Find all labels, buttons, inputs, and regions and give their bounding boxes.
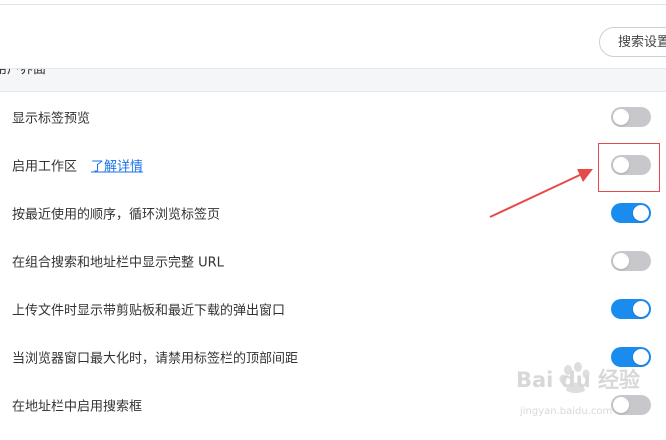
section-title: 用户界面	[0, 68, 47, 77]
toggle-upload-popup[interactable]	[611, 299, 651, 319]
toggle-knob	[613, 253, 629, 269]
setting-label: 上传文件时显示带剪贴板和最近下载的弹出窗口	[12, 303, 286, 319]
annotation-highlight-box	[598, 143, 660, 192]
toggle-knob	[633, 349, 649, 365]
setting-label: 在组合搜索和地址栏中显示完整 URL	[12, 255, 224, 271]
toggle-full-url[interactable]	[611, 251, 651, 271]
toggle-knob	[633, 205, 649, 221]
setting-row-top-spacing: 当浏览器窗口最大化时，请禁用标签栏的顶部间距	[0, 333, 666, 381]
toggle-top-spacing[interactable]	[611, 347, 651, 367]
toggle-tab-cycle[interactable]	[611, 203, 651, 223]
toggle-knob	[613, 397, 629, 413]
settings-header	[0, 5, 666, 68]
setting-row-address-search: 在地址栏中启用搜索框	[0, 381, 666, 429]
learn-more-link[interactable]: 了解详情	[91, 160, 143, 175]
search-settings-box[interactable]	[599, 27, 666, 57]
toggle-knob	[633, 301, 649, 317]
search-input[interactable]	[600, 28, 666, 56]
setting-row-tab-preview: 显示标签预览	[0, 93, 666, 141]
toggle-knob	[613, 109, 629, 125]
setting-label: 启用工作区	[12, 159, 78, 175]
setting-label-wrap: 启用工作区 了解详情	[12, 156, 143, 175]
setting-row-workspaces: 启用工作区 了解详情	[0, 141, 666, 189]
setting-label: 在地址栏中启用搜索框	[12, 399, 143, 415]
setting-row-tab-cycle: 按最近使用的顺序，循环浏览标签页	[0, 189, 666, 237]
setting-row-full-url: 在组合搜索和地址栏中显示完整 URL	[0, 237, 666, 285]
toggle-tab-preview[interactable]	[611, 107, 651, 127]
setting-label: 当浏览器窗口最大化时，请禁用标签栏的顶部间距	[12, 351, 299, 367]
setting-label: 按最近使用的顺序，循环浏览标签页	[12, 207, 221, 223]
section-header: 用户界面	[0, 68, 666, 92]
setting-row-upload-popup: 上传文件时显示带剪贴板和最近下载的弹出窗口	[0, 285, 666, 333]
setting-label: 显示标签预览	[12, 111, 91, 127]
toggle-address-search[interactable]	[611, 395, 651, 415]
